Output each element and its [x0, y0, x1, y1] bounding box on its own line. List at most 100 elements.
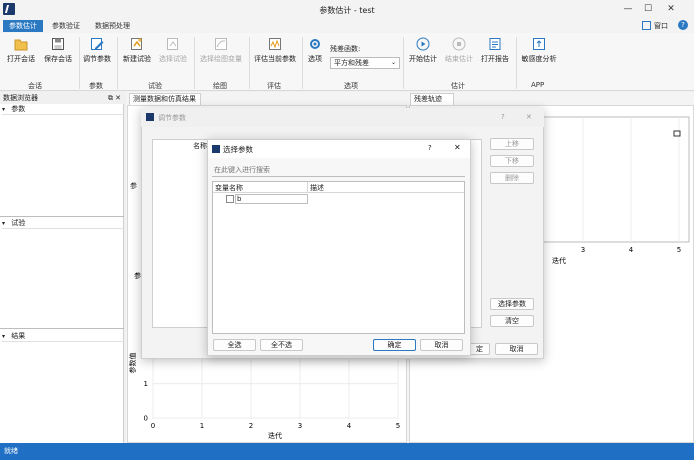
clear-button[interactable]: 清空 [490, 315, 534, 327]
cancel-button[interactable]: 取消 [420, 339, 463, 351]
experiments-section-label: 试验 [11, 219, 26, 227]
group-estimate: 估计 [451, 82, 465, 90]
ribbon-separator [302, 37, 303, 89]
play-icon [416, 37, 430, 51]
maximize-button[interactable]: ☐ [638, 2, 658, 16]
select-experiment-label: 选择试验 [159, 55, 187, 63]
residual-x-tick-label: 5 [677, 246, 681, 254]
residual-x-axis-label: 迭代 [552, 256, 566, 265]
data-browser-header: 数据浏览器 ⧉ ✕ [0, 92, 124, 104]
variable-row[interactable]: b [213, 194, 464, 205]
chevron-down-icon: ⌄ [390, 59, 396, 66]
open-report-label: 打开报告 [481, 55, 509, 63]
tune-dialog-titlebar: 调节参数 ? ✕ [141, 108, 544, 127]
variables-table-header: 变量名称 描述 [213, 182, 464, 193]
select-plot-vars-label: 选择绘图变量 [200, 55, 242, 63]
results-section-label: 结果 [11, 332, 26, 340]
tab-param-validation[interactable]: 参数验证 [46, 20, 86, 32]
ok-button[interactable]: 确定 [373, 339, 416, 351]
col-variable-name: 变量名称 [215, 184, 243, 192]
evaluate-params-button[interactable]: 评估当前参数 [251, 37, 299, 71]
move-up-button[interactable]: 上移 [490, 138, 534, 150]
x-tick-label: 2 [249, 422, 253, 430]
window-layout-icon[interactable] [642, 21, 651, 30]
y-axis-label: 参数值 [128, 353, 137, 374]
group-experiment: 试验 [148, 82, 162, 90]
dialog-logo-icon [212, 145, 220, 153]
group-plot: 绘图 [213, 82, 227, 90]
sensitivity-label: 敏感度分析 [521, 55, 557, 63]
tune-dialog-help[interactable]: ? [501, 113, 505, 121]
group-evaluate: 评估 [267, 82, 281, 90]
x-tick-label: 0 [151, 422, 155, 430]
plot-side-label: 参 [134, 271, 141, 280]
close-window-button[interactable]: ✕ [661, 2, 681, 16]
sensitivity-icon [533, 38, 545, 50]
open-session-button[interactable]: 打开会话 [5, 37, 37, 71]
variable-checkbox[interactable] [226, 195, 234, 203]
select-dialog-close[interactable]: ✕ [454, 143, 461, 152]
close-panel-icon[interactable]: ✕ [115, 92, 121, 104]
legend-box [673, 130, 681, 137]
help-button[interactable]: ? [678, 20, 688, 30]
collapse-icon: ▾ [2, 220, 6, 227]
plot-vars-icon [215, 38, 227, 50]
data-browser-panel [0, 92, 124, 443]
ribbon-separator [516, 37, 517, 89]
options-label: 选项 [308, 55, 322, 63]
save-session-button[interactable]: 保存会话 [42, 37, 74, 71]
evaluate-icon [269, 38, 281, 50]
evaluate-params-label: 评估当前参数 [254, 55, 296, 63]
select-none-button[interactable]: 全不选 [260, 339, 303, 351]
params-section-label: 参数 [11, 105, 26, 113]
x-tick-label: 5 [396, 422, 400, 430]
report-icon [489, 38, 501, 50]
select-experiment-button[interactable]: 选择试验 [157, 37, 189, 71]
tab-residual-trace[interactable]: 残差轨迹 [410, 93, 454, 105]
results-section-header[interactable]: ▾ 结果 [2, 331, 124, 342]
residual-x-tick-label: 4 [629, 246, 634, 254]
ribbon-separator [79, 37, 80, 89]
sensitivity-analysis-button[interactable]: 敏感度分析 [519, 37, 559, 71]
window-menu[interactable]: 窗口 [654, 21, 668, 31]
undock-icon[interactable]: ⧉ [108, 92, 113, 104]
stop-estimation-label: 结束估计 [445, 55, 473, 63]
experiments-section-header[interactable]: ▾ 试验 [2, 218, 124, 229]
group-session: 会话 [28, 82, 42, 90]
open-session-label: 打开会话 [7, 55, 35, 63]
select-params-button[interactable]: 选择参数 [490, 298, 534, 310]
select-experiment-icon [167, 38, 178, 50]
move-down-button[interactable]: 下移 [490, 155, 534, 167]
tab-param-estimation[interactable]: 参数估计 [3, 20, 43, 32]
edit-params-icon [91, 38, 104, 50]
variable-name-cell[interactable]: b [235, 194, 308, 204]
section-splitter[interactable] [0, 216, 124, 217]
tune-dialog-title: 调节参数 [158, 114, 186, 122]
column-divider [307, 182, 308, 193]
params-section-header[interactable]: ▾ 参数 [2, 104, 124, 115]
save-icon [52, 38, 64, 50]
section-splitter[interactable] [0, 328, 124, 329]
tab-data-preprocess[interactable]: 数据预处理 [89, 20, 136, 32]
ribbon-separator [403, 37, 404, 89]
new-experiment-button[interactable]: 新建试验 [120, 37, 154, 71]
select-all-button[interactable]: 全选 [213, 339, 256, 351]
tab-measured-sim[interactable]: 测量数据和仿真结果 [129, 93, 201, 105]
residual-function-select[interactable]: 平方和残差 ⌄ [330, 57, 400, 69]
select-dialog-titlebar: 选择参数 ? ✕ [208, 140, 470, 158]
collapse-icon: ▾ [2, 106, 6, 113]
delete-button[interactable]: 删除 [490, 172, 534, 184]
select-plot-vars-button[interactable]: 选择绘图变量 [197, 37, 245, 71]
data-browser-title: 数据浏览器 [3, 94, 38, 102]
minimize-button[interactable]: — [618, 2, 638, 16]
tune-dialog-close[interactable]: ✕ [526, 113, 532, 121]
save-session-label: 保存会话 [44, 55, 72, 63]
stop-estimation-button[interactable]: 结束估计 [442, 37, 476, 71]
start-estimation-button[interactable]: 开始估计 [406, 37, 440, 71]
tune-cancel-button[interactable]: 取消 [495, 343, 538, 355]
options-button[interactable]: 选项 [305, 37, 325, 71]
tune-params-button[interactable]: 调节参数 [81, 37, 113, 71]
select-dialog-help[interactable]: ? [428, 144, 432, 152]
open-report-button[interactable]: 打开报告 [478, 37, 512, 71]
search-input[interactable] [212, 164, 465, 177]
